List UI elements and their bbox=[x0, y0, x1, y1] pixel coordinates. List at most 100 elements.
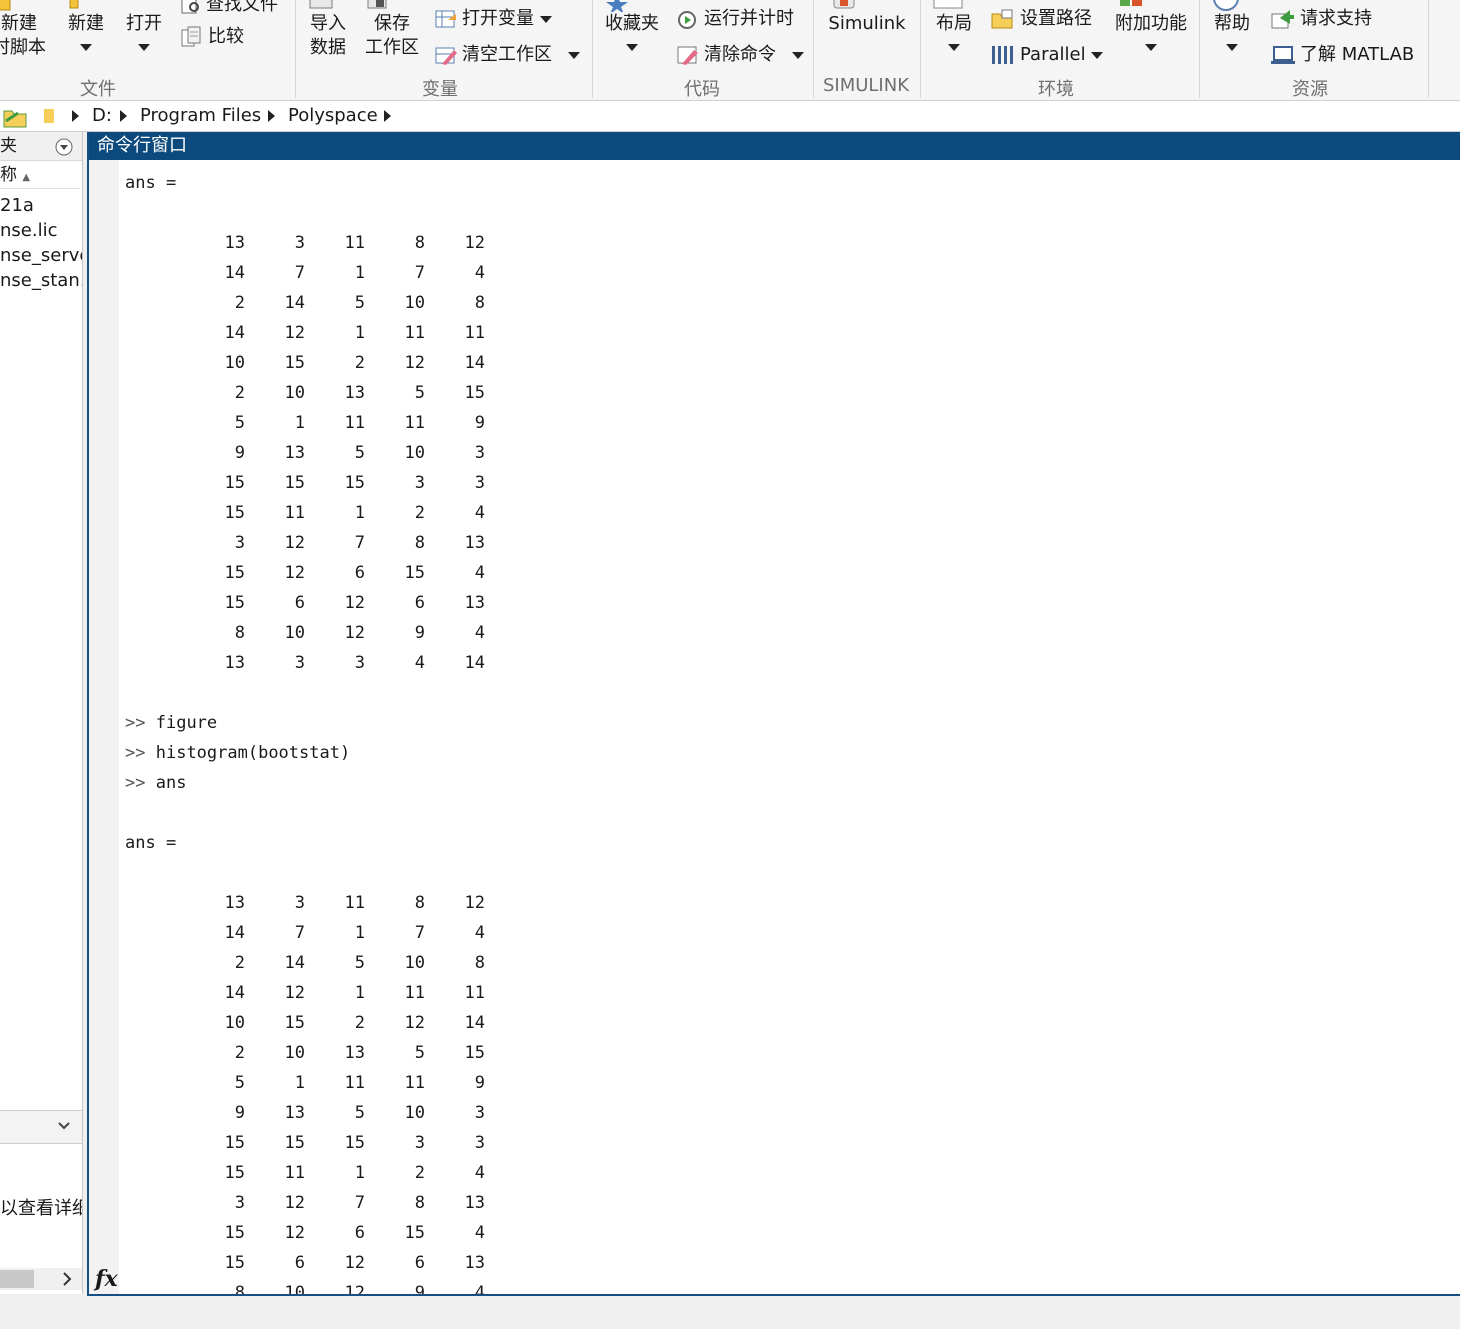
matrix-cell: 15 bbox=[404, 563, 425, 583]
favorites-button[interactable]: 收藏夹 bbox=[602, 0, 662, 58]
matrix-row: 10 15 2 12 14 bbox=[125, 348, 1425, 378]
find-files-label: 查找文件 bbox=[206, 0, 278, 15]
file-list-item[interactable]: nse_serve… bbox=[0, 244, 82, 268]
parallel-dropdown-icon[interactable] bbox=[1091, 51, 1104, 59]
clear-workspace-dropdown-icon[interactable] bbox=[567, 51, 580, 59]
addons-button[interactable]: 附加功能 bbox=[1112, 0, 1190, 58]
command-window-output[interactable]: ans = 13 3 11 8 12 14 7 1 7 4 2 14 5 10 8 14 12 1 11 11 10 15… bbox=[125, 168, 1425, 1296]
new-live-script-button[interactable]: 新建 时脚本 bbox=[0, 0, 46, 60]
breadcrumb-program-files[interactable]: Program Files bbox=[140, 101, 261, 131]
matrix-row: 3 12 7 8 13 bbox=[125, 528, 1425, 558]
matrix-cell: 4 bbox=[474, 563, 485, 583]
import-data-label-1: 导入 bbox=[310, 13, 346, 34]
matrix-row: 14 12 1 11 11 bbox=[125, 318, 1425, 348]
run-and-time-label: 运行并计时 bbox=[704, 8, 794, 29]
matrix-cell: 12 bbox=[284, 323, 305, 343]
matrix-cell: 15 bbox=[284, 1133, 305, 1153]
request-support-button[interactable]: 请求支持 bbox=[1270, 8, 1372, 30]
open-variable-button[interactable]: 打开变量 bbox=[434, 8, 552, 30]
clear-commands-label: 清除命令 bbox=[704, 44, 776, 65]
clear-commands-button[interactable]: 清除命令 bbox=[676, 44, 804, 66]
chevron-right-icon[interactable] bbox=[72, 101, 79, 131]
help-button[interactable]: 帮助 bbox=[1208, 0, 1256, 58]
matrix-cell: 6 bbox=[294, 593, 305, 613]
file-list-item[interactable]: nse_stan… bbox=[0, 269, 82, 293]
matrix-cell: 2 bbox=[354, 1013, 365, 1033]
open-label: 打开 bbox=[126, 13, 162, 34]
run-and-time-button[interactable]: 运行并计时 bbox=[676, 8, 794, 30]
command-line: >> ans bbox=[125, 768, 1425, 798]
layout-label: 布局 bbox=[936, 13, 972, 34]
matrix-cell: 7 bbox=[354, 533, 365, 553]
matrix-cell: 11 bbox=[464, 983, 485, 1003]
breadcrumb-polyspace[interactable]: Polyspace bbox=[288, 101, 378, 131]
chevron-right-icon[interactable] bbox=[268, 101, 275, 131]
set-path-label: 设置路径 bbox=[1020, 8, 1092, 29]
addons-dropdown-icon[interactable] bbox=[1145, 43, 1157, 51]
new-button[interactable]: 新建 bbox=[64, 0, 108, 58]
learn-matlab-button[interactable]: 了解 MATLAB bbox=[1270, 44, 1414, 66]
new-dropdown-icon[interactable] bbox=[80, 43, 92, 51]
set-path-button[interactable]: 设置路径 bbox=[990, 8, 1092, 30]
matrix-cell: 3 bbox=[294, 653, 305, 673]
matrix-cell: 8 bbox=[474, 293, 485, 313]
matrix-cell: 12 bbox=[344, 593, 365, 613]
matrix-cell: 12 bbox=[344, 1253, 365, 1273]
current-folder-address-bar[interactable]: D: Program Files Polyspace bbox=[0, 101, 1460, 132]
matrix-row: 13 3 11 8 12 bbox=[125, 888, 1425, 918]
matrix-cell: 11 bbox=[404, 323, 425, 343]
clear-workspace-button[interactable]: 清空工作区 bbox=[434, 44, 580, 66]
function-browser-icon[interactable]: fx bbox=[95, 1266, 118, 1292]
import-data-icon bbox=[306, 0, 350, 12]
horizontal-scrollbar[interactable] bbox=[0, 1268, 82, 1290]
layout-button[interactable]: 布局 bbox=[930, 0, 978, 58]
clear-commands-dropdown-icon[interactable] bbox=[791, 51, 804, 59]
matrix-cell: 8 bbox=[414, 893, 425, 913]
name-column-label: 称 bbox=[0, 165, 17, 185]
chevron-right-icon[interactable] bbox=[384, 101, 391, 131]
matrix-cell: 11 bbox=[464, 323, 485, 343]
breadcrumb-drive[interactable]: D: bbox=[92, 101, 112, 131]
command-window[interactable]: 命令行窗口 ans = 13 3 11 8 12 14 7 1 7 4 2 14 5 10 8 14 12 1 11… bbox=[87, 132, 1460, 1296]
open-variable-dropdown-icon[interactable] bbox=[539, 15, 552, 23]
chevron-down-icon[interactable] bbox=[56, 1117, 72, 1139]
find-files-button[interactable]: 查找文件 bbox=[180, 0, 278, 16]
matrix-cell: 4 bbox=[414, 653, 425, 673]
save-workspace-button[interactable]: 保存 工作区 bbox=[362, 0, 422, 60]
chevron-right-icon[interactable] bbox=[60, 1269, 74, 1293]
import-data-button[interactable]: 导入 数据 bbox=[306, 0, 350, 60]
matrix-cell: 15 bbox=[224, 473, 245, 493]
matrix-cell: 3 bbox=[474, 1103, 485, 1123]
simulink-button[interactable]: Simulink bbox=[824, 0, 910, 36]
help-dropdown-icon[interactable] bbox=[1226, 43, 1238, 51]
matrix-cell: 10 bbox=[404, 443, 425, 463]
open-dropdown-icon[interactable] bbox=[138, 43, 150, 51]
matrix-row: 15 11 1 2 4 bbox=[125, 1158, 1425, 1188]
matrix-cell: 15 bbox=[224, 1223, 245, 1243]
compare-button[interactable]: 比较 bbox=[180, 26, 244, 48]
parallel-button[interactable]: Parallel bbox=[990, 44, 1104, 66]
matrix-cell: 3 bbox=[294, 233, 305, 253]
matrix-cell: 4 bbox=[474, 1283, 485, 1296]
status-bar bbox=[0, 1296, 1460, 1329]
details-panel-header[interactable] bbox=[0, 1110, 82, 1144]
name-column-header[interactable]: 称 ▲ bbox=[0, 162, 80, 189]
file-list-item[interactable]: nse.lic bbox=[0, 219, 57, 243]
scrollbar-thumb[interactable] bbox=[0, 1270, 34, 1288]
matrix-cell: 6 bbox=[414, 1253, 425, 1273]
parallel-label: Parallel bbox=[1020, 44, 1086, 65]
file-list-item[interactable]: 21a bbox=[0, 194, 34, 218]
favorites-dropdown-icon[interactable] bbox=[626, 43, 638, 51]
layout-dropdown-icon[interactable] bbox=[948, 43, 960, 51]
simulink-label: Simulink bbox=[828, 13, 906, 34]
chevron-right-icon[interactable] bbox=[120, 101, 127, 131]
new-label: 新建 bbox=[68, 13, 104, 34]
matrix-cell: 13 bbox=[464, 1193, 485, 1213]
matrix-cell: 5 bbox=[234, 1073, 245, 1093]
matrix-cell: 15 bbox=[284, 1013, 305, 1033]
panel-menu-icon[interactable] bbox=[55, 137, 73, 165]
open-button[interactable]: 打开 bbox=[122, 0, 166, 58]
matrix-cell: 11 bbox=[284, 1163, 305, 1183]
